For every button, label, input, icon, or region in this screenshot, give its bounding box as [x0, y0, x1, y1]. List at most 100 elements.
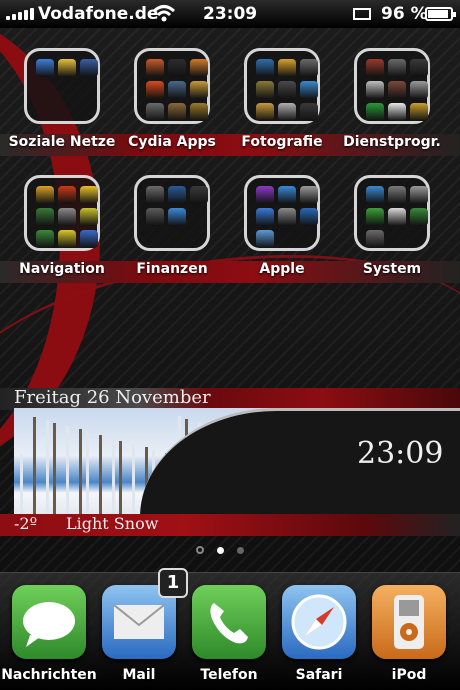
tree-shape	[79, 429, 82, 514]
app-mini-icon	[146, 208, 164, 226]
status-bar: Vodafone.de 23:09 96 %	[0, 0, 460, 28]
weather-condition: Light Snow	[66, 514, 159, 533]
app-mini-icon	[190, 81, 208, 99]
app-mini-icon	[168, 59, 186, 77]
dock-label: Telefon	[200, 667, 258, 683]
dock-label: iPod	[391, 667, 427, 683]
app-mini-icon	[278, 103, 296, 121]
app-mini-icon	[388, 208, 406, 226]
tree-shape	[53, 423, 56, 514]
dock: Nachrichten Mail Telefon Safari iPod	[0, 572, 460, 690]
home-screen: Vodafone.de 23:09 96 % Soziale Netze Cydi…	[0, 0, 460, 690]
tree-shape	[99, 435, 102, 514]
folder-soziale-netze[interactable]: Soziale Netze	[8, 48, 116, 168]
folder-icon[interactable]	[354, 48, 430, 124]
folder-icon[interactable]	[354, 175, 430, 251]
app-mini-icon	[58, 208, 76, 226]
app-mini-icon	[168, 81, 186, 99]
app-mini-icon	[80, 186, 98, 204]
app-mini-icon	[300, 59, 318, 77]
messages-icon[interactable]	[12, 585, 86, 659]
wifi-icon	[152, 5, 176, 22]
app-mini-icon	[256, 81, 274, 99]
dock-app-ipod[interactable]: iPod	[366, 583, 452, 689]
app-mini-icon	[388, 186, 406, 204]
app-mini-icon	[168, 208, 186, 226]
app-mini-icon	[256, 208, 274, 226]
folder-icon[interactable]	[134, 48, 210, 124]
folder-system[interactable]: System	[338, 175, 446, 295]
app-mini-icon	[36, 208, 54, 226]
folder-icon[interactable]	[244, 175, 320, 251]
app-mini-icon	[366, 208, 384, 226]
app-mini-icon	[410, 186, 428, 204]
app-mini-icon	[410, 208, 428, 226]
app-mini-icon	[366, 103, 384, 121]
tree-shape	[132, 444, 135, 514]
app-mini-icon	[58, 230, 76, 248]
mail-badge: 1	[158, 568, 188, 598]
dock-app-mail[interactable]: Mail	[96, 583, 182, 689]
ipod-icon[interactable]	[372, 585, 446, 659]
app-mini-icon	[278, 186, 296, 204]
page-indicator[interactable]	[196, 546, 244, 554]
dock-app-telefon[interactable]: Telefon	[186, 583, 272, 689]
folder-cydia-apps[interactable]: Cydia Apps	[118, 48, 226, 168]
folder-apple[interactable]: Apple	[228, 175, 336, 295]
folder-icon[interactable]	[134, 175, 210, 251]
dock-label: Nachrichten	[1, 667, 97, 683]
folder-icon[interactable]	[24, 175, 100, 251]
app-mini-icon	[410, 81, 428, 99]
battery-percentage: 96 %	[381, 4, 428, 24]
app-mini-icon	[168, 186, 186, 204]
folder-label: Dienstprogr.	[343, 134, 441, 150]
dock-app-safari[interactable]: Safari	[276, 583, 362, 689]
weather-temperature: -2º	[14, 514, 38, 533]
folder-navigation[interactable]: Navigation	[8, 175, 116, 295]
folder-icon[interactable]	[244, 48, 320, 124]
app-mini-icon	[36, 230, 54, 248]
folder-label: Navigation	[19, 261, 105, 277]
app-mini-icon	[146, 103, 164, 121]
dock-label: Mail	[122, 667, 156, 683]
weather-date: Freitag 26 November	[14, 387, 211, 408]
folder-label: Apple	[259, 261, 305, 277]
dock-app-nachrichten[interactable]: Nachrichten	[1, 583, 97, 689]
app-mini-icon	[300, 103, 318, 121]
tree-shape	[33, 417, 36, 514]
app-mini-icon	[80, 59, 98, 77]
widget-clock: 23:09	[357, 436, 444, 471]
mail-notification-icon	[353, 8, 371, 20]
app-mini-icon	[278, 208, 296, 226]
safari-icon[interactable]	[282, 585, 356, 659]
app-mini-icon	[366, 186, 384, 204]
app-mini-icon	[366, 59, 384, 77]
page-dot[interactable]	[237, 546, 244, 554]
tree-shape	[46, 420, 49, 514]
status-time: 23:09	[203, 4, 258, 24]
phone-icon[interactable]	[192, 585, 266, 659]
app-mini-icon	[256, 103, 274, 121]
dock-label: Safari	[295, 667, 343, 683]
battery-icon	[425, 7, 456, 21]
app-mini-icon	[256, 230, 274, 248]
app-mini-icon	[36, 186, 54, 204]
folder-icon[interactable]	[24, 48, 100, 124]
folder-label: System	[362, 261, 422, 277]
app-mini-icon	[278, 59, 296, 77]
tree-shape	[119, 441, 122, 514]
app-mini-icon	[58, 59, 76, 77]
folder-dienstprogr[interactable]: Dienstprogr.	[338, 48, 446, 168]
folder-fotografie[interactable]: Fotografie	[228, 48, 336, 168]
tree-shape	[20, 454, 23, 514]
app-mini-icon	[80, 230, 98, 248]
tree-shape	[66, 426, 69, 514]
app-mini-icon	[36, 59, 54, 77]
folder-label: Cydia Apps	[128, 134, 216, 150]
folder-label: Soziale Netze	[8, 134, 116, 150]
spotlight-search-icon[interactable]	[196, 546, 204, 554]
carrier-name: Vodafone.de	[38, 4, 159, 24]
page-dot-active[interactable]	[217, 546, 224, 554]
folder-finanzen[interactable]: Finanzen	[118, 175, 226, 295]
app-mini-icon	[256, 59, 274, 77]
